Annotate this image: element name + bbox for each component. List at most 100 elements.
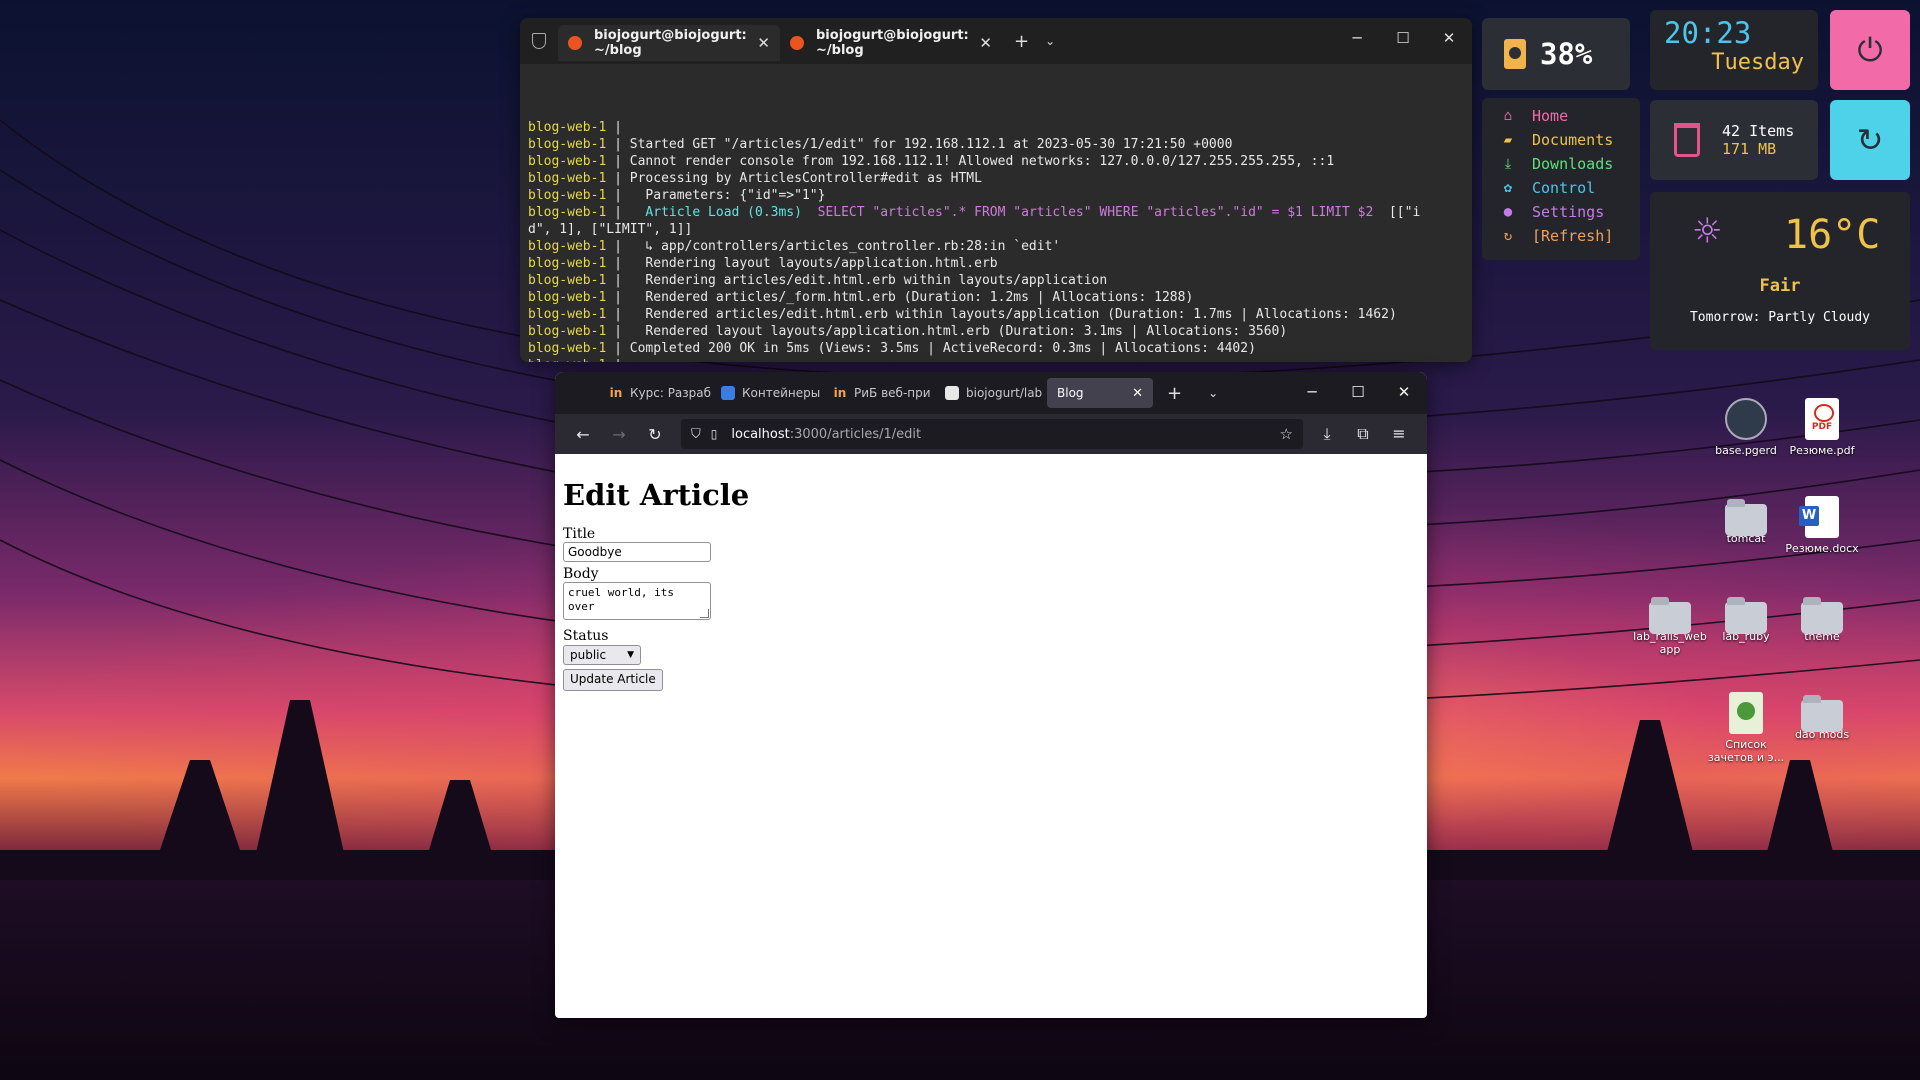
shield-icon[interactable]: ⛉	[691, 427, 701, 442]
menu-item-label: Home	[1532, 107, 1569, 125]
desktop-icon[interactable]: dao mods	[1782, 692, 1862, 741]
clock-widget: 20:23 Tuesday	[1650, 10, 1818, 90]
close-icon[interactable]: ✕	[1426, 18, 1472, 58]
browser-tab[interactable]: in Курс: Разраб	[599, 378, 711, 408]
clock-time: 20:23	[1664, 16, 1752, 50]
log-prefix: blog-web-1	[528, 154, 607, 169]
update-article-button[interactable]: Update Article	[563, 669, 663, 691]
browser-tab[interactable]: Blog ✕	[1047, 378, 1153, 408]
close-icon[interactable]: ✕	[757, 34, 770, 52]
url-host: localhost	[731, 426, 790, 442]
refresh-icon: ↻	[1856, 121, 1884, 159]
chevron-down-icon: ▼	[627, 650, 634, 660]
log-text: | Rendered articles/_form.html.erb (Dura…	[614, 290, 1194, 305]
close-icon[interactable]: ✕	[1381, 372, 1427, 414]
terminal-output[interactable]: blog-web-1 | blog-web-1 | Started GET "/a…	[520, 64, 1472, 362]
back-arrow-icon[interactable]: ←	[565, 425, 601, 444]
download-icon[interactable]: ⤓	[1309, 424, 1345, 444]
new-tab-icon[interactable]: +	[1167, 383, 1182, 404]
minimize-icon[interactable]: ─	[1289, 372, 1335, 414]
extensions-icon[interactable]: ⧉	[1345, 424, 1381, 444]
menu-icon[interactable]: ≡	[1381, 424, 1417, 444]
log-text: | Started GET "/articles/1/edit" for 192…	[614, 137, 1233, 152]
terminal-line: blog-web-1 |	[528, 119, 1464, 136]
desktop-icon[interactable]: base.pgerd	[1706, 398, 1786, 457]
menu-item-refresh[interactable]: ↻ [Refresh]	[1500, 224, 1640, 248]
favicon-icon: in	[833, 386, 847, 400]
maximize-icon[interactable]: ☐	[1380, 18, 1426, 58]
refresh-icon: ↻	[1503, 228, 1513, 244]
log-text: |	[614, 120, 622, 135]
desktop-icon[interactable]: Список зачетов и э...	[1706, 692, 1786, 764]
menu-item-documents[interactable]: ▰ Documents	[1500, 128, 1640, 152]
log-prefix: blog-web-1	[528, 171, 607, 186]
terminal-line: blog-web-1 | Rendered articles/_form.htm…	[528, 289, 1464, 306]
trash-widget[interactable]: 42 Items 171 MB	[1650, 100, 1818, 180]
log-text: | ↳ app/controllers/articles_controller.…	[614, 239, 1061, 254]
close-icon[interactable]: ✕	[979, 34, 992, 52]
desktop-icon[interactable]: Резюме.docx	[1782, 496, 1862, 555]
url-bar[interactable]: ⛉ ▯ localhost:3000/articles/1/edit ☆	[681, 419, 1303, 449]
weather-tomorrow: Tomorrow: Partly Cloudy	[1689, 310, 1870, 325]
status-label: Status	[563, 628, 609, 644]
body-textarea[interactable]: cruel world, its over	[563, 582, 711, 620]
log-prefix: blog-web-1	[528, 239, 607, 254]
menu-item-label: Downloads	[1532, 155, 1614, 173]
terminal-tab-label: biojogurt@biojogurt: ~/blog	[816, 28, 969, 58]
browser-tab[interactable]: Контейнеры	[711, 378, 823, 408]
terminal-tab-2[interactable]: biojogurt@biojogurt: ~/blog ✕	[780, 25, 1002, 61]
browser-tab[interactable]: in РиБ веб-при	[823, 378, 935, 408]
weather-widget: ☼ 16°C Fair Tomorrow: Partly Cloudy	[1650, 192, 1910, 350]
folder-icon	[1801, 695, 1843, 732]
menu-item-downloads[interactable]: ⤓ Downloads	[1500, 152, 1640, 176]
chevron-down-icon[interactable]: ⌄	[1045, 34, 1055, 48]
terminal-line: blog-web-1 | Parameters: {"id"=>"1"}	[528, 187, 1464, 204]
chevron-down-icon[interactable]: ⌄	[1208, 386, 1218, 400]
browser-window[interactable]: in Курс: Разраб Контейнеры in РиБ веб-при bio…	[555, 372, 1427, 1018]
log-prefix: blog-web-1	[528, 324, 607, 339]
menu-item-home[interactable]: ⌂ Home	[1500, 104, 1640, 128]
minimize-icon[interactable]: ─	[1334, 18, 1380, 58]
browser-tab-label: РиБ веб-при	[854, 386, 931, 400]
forward-arrow-icon[interactable]: →	[601, 425, 637, 444]
log-prefix: blog-web-1	[528, 205, 607, 220]
terminal-tab-bar: biojogurt@biojogurt: ~/blog ✕ biojogurt@…	[520, 18, 1472, 64]
browser-tab[interactable]: biojogurt/lab	[935, 378, 1047, 408]
menu-item-control[interactable]: ✿ Control	[1500, 176, 1640, 200]
log-text: | Rendered articles/edit.html.erb within…	[614, 307, 1397, 322]
log-cyan: Article Load (0.3ms)	[645, 205, 802, 220]
new-tab-icon[interactable]: +	[1014, 31, 1029, 52]
maximize-icon[interactable]: ☐	[1335, 372, 1381, 414]
log-prefix: blog-web-1	[528, 256, 607, 271]
browser-tab-label: Курс: Разраб	[630, 386, 711, 400]
folder-icon	[1725, 499, 1767, 536]
terminal-line: blog-web-1 | Rendering articles/edit.htm…	[528, 272, 1464, 289]
desktop-icon[interactable]: lab_ruby	[1706, 594, 1786, 643]
refresh-button[interactable]: ↻	[1830, 100, 1910, 180]
menu-item-label: [Refresh]	[1532, 227, 1614, 245]
close-icon[interactable]: ✕	[1132, 386, 1143, 401]
trash-items: 42 Items	[1722, 122, 1795, 140]
status-select[interactable]: public ▼	[563, 645, 641, 665]
log-prefix: blog-web-1	[528, 341, 607, 356]
log-prefix: blog-web-1	[528, 290, 607, 305]
menu-item-settings[interactable]: ● Settings	[1500, 200, 1640, 224]
bookmark-star-icon[interactable]: ☆	[1280, 425, 1293, 443]
terminal-line: blog-web-1 | Article Load (0.3ms) SELECT…	[528, 204, 1464, 221]
desktop-icon[interactable]: lab_rails_web app	[1630, 594, 1710, 656]
title-input[interactable]: Goodbye	[563, 542, 711, 562]
terminal-tab-1[interactable]: biojogurt@biojogurt: ~/blog ✕	[558, 25, 780, 61]
reload-icon[interactable]: ↻	[637, 425, 673, 444]
log-prefix: blog-web-1	[528, 273, 607, 288]
resize-grip-icon[interactable]	[700, 609, 709, 618]
desktop-icon[interactable]: theme	[1782, 594, 1862, 643]
window-controls: ─ ☐ ✕	[1334, 18, 1472, 58]
cpu-icon	[1504, 39, 1526, 69]
desktop-icon[interactable]: tomcat	[1706, 496, 1786, 545]
clock-day: Tuesday	[1711, 50, 1804, 75]
power-button[interactable]: ⏻	[1830, 10, 1910, 90]
desktop-icon[interactable]: Резюме.pdf	[1782, 398, 1862, 457]
log-text: | Completed 200 OK in 5ms (Views: 3.5ms …	[614, 341, 1256, 356]
log-text: | Processing by ArticlesController#edit …	[614, 171, 982, 186]
terminal-window[interactable]: biojogurt@biojogurt: ~/blog ✕ biojogurt@…	[520, 18, 1472, 362]
